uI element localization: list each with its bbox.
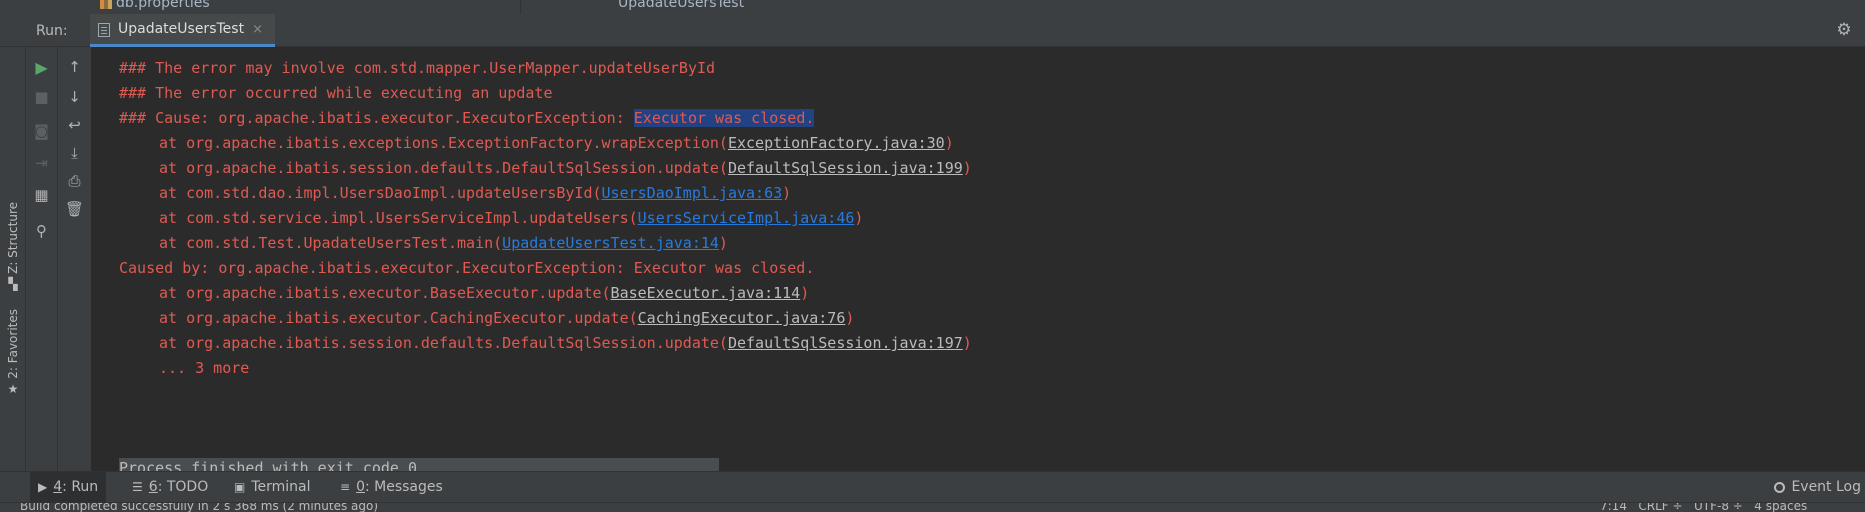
run-config-tab-label: UpadateUsersTest <box>118 21 245 37</box>
side-tab-structure-label: Z: Structure <box>6 202 20 274</box>
exit-code-line: Process finished with exit code 0 <box>119 458 719 471</box>
exit-icon[interactable]: ⇥ <box>26 151 57 175</box>
bottom-tab-label: 0: Messages <box>356 479 443 495</box>
bottom-tab-messages[interactable]: ≡ 0: Messages <box>332 472 451 502</box>
pin-icon[interactable]: ⚲ <box>26 219 57 243</box>
editor-tab-title[interactable]: UpadateUsersTest <box>618 0 744 11</box>
console-text: ) <box>962 159 972 177</box>
exit-code-text: Process finished with exit code 0 <box>119 459 418 471</box>
console-text: at org.apache.ibatis.executor.BaseExecut… <box>159 284 611 302</box>
console-line: ### The error may involve com.std.mapper… <box>119 59 716 77</box>
run-config-icon <box>98 23 110 37</box>
console-text: at org.apache.ibatis.exceptions.Exceptio… <box>159 134 728 152</box>
side-tab-structure[interactable]: Z: Structure ▚ <box>2 202 24 291</box>
event-log-label: Event Log <box>1791 479 1861 495</box>
properties-file-icon <box>100 0 112 9</box>
console-text: ) <box>800 284 810 302</box>
console-line: Caused by: org.apache.ibatis.executor.Ex… <box>119 259 815 277</box>
tool-window-bar: ▶ 4: Run ☰ 6: TODO ▣ Terminal ≡ 0: Messa… <box>0 471 1865 502</box>
run-panel-header: Run: UpadateUsersTest × ⚙ <box>0 14 1865 47</box>
status-indicators[interactable]: 7:14 CRLF ÷ UTF-8 ÷ 4 spaces <box>1600 503 1807 512</box>
bottom-tab-label: 6: TODO <box>148 479 209 495</box>
layout-icon[interactable]: ▦ <box>26 183 57 207</box>
console-text: at org.apache.ibatis.session.defaults.De… <box>159 159 728 177</box>
status-message[interactable]: Build completed successfully in 2 s 368 … <box>20 503 378 512</box>
console-text: at com.std.Test.UpadateUsersTest.main( <box>159 234 503 252</box>
console-output[interactable]: ### The error may involve com.std.mapper… <box>92 47 1865 471</box>
star-icon: ★ <box>7 381 19 396</box>
camera-icon[interactable]: ◙ <box>26 119 57 143</box>
arrow-down-icon[interactable]: ↓ <box>58 85 91 109</box>
close-icon[interactable]: × <box>252 22 263 37</box>
console-text: at com.std.dao.impl.UsersDaoImpl.updateU… <box>159 184 602 202</box>
source-link[interactable]: ExceptionFactory.java:30 <box>728 134 945 152</box>
source-link[interactable]: BaseExecutor.java:114 <box>611 284 801 302</box>
bottom-tab-terminal[interactable]: ▣ Terminal <box>226 472 319 502</box>
event-log-button[interactable]: Event Log <box>1774 472 1865 502</box>
source-link[interactable]: CachingExecutor.java:76 <box>638 309 846 327</box>
source-link[interactable]: UpadateUsersTest.java:14 <box>502 234 719 252</box>
stop-icon[interactable]: ■ <box>26 85 57 109</box>
console-line: ... 3 more <box>159 359 250 377</box>
console-text: ) <box>962 334 972 352</box>
run-toolbar-primary: ▶ ■ ◙ ⇥ ▦ ⚲ <box>26 47 58 471</box>
play-icon: ▶ <box>38 480 48 494</box>
side-tab-favorites[interactable]: 2: Favorites ★ <box>2 309 24 396</box>
scroll-end-icon[interactable]: ⤓ <box>58 141 91 165</box>
console-text: ) <box>782 184 792 202</box>
stack-trace-line: at org.apache.ibatis.session.defaults.De… <box>159 333 972 353</box>
stack-trace-line: at com.std.Test.UpadateUsersTest.main(Up… <box>159 233 728 253</box>
source-link[interactable]: UsersServiceImpl.java:46 <box>638 209 855 227</box>
console-text: at org.apache.ibatis.session.defaults.De… <box>159 334 728 352</box>
status-bar: Build completed successfully in 2 s 368 … <box>0 502 1865 512</box>
console-text: ) <box>845 309 855 327</box>
stack-trace-line: at org.apache.ibatis.executor.BaseExecut… <box>159 283 809 303</box>
left-tool-strip: Z: Structure ▚ 2: Favorites ★ <box>0 47 26 471</box>
print-icon[interactable]: ⎙ <box>58 169 91 193</box>
console-text: ### Cause: org.apache.ibatis.executor.Ex… <box>119 109 634 127</box>
file-tab-db-properties[interactable]: db.properties <box>100 0 210 11</box>
list-icon: ☰ <box>132 480 143 494</box>
source-link[interactable]: DefaultSqlSession.java:197 <box>728 334 963 352</box>
run-label: Run: <box>36 23 68 39</box>
stack-trace-line: at org.apache.ibatis.executor.CachingExe… <box>159 308 854 328</box>
stack-trace-line: at org.apache.ibatis.session.defaults.De… <box>159 158 972 178</box>
source-link[interactable]: DefaultSqlSession.java:199 <box>728 159 963 177</box>
arrow-up-icon[interactable]: ↑ <box>58 55 91 79</box>
console-text: ) <box>944 134 954 152</box>
messages-icon: ≡ <box>340 480 351 494</box>
console-line: ### The error occurred while executing a… <box>119 84 553 102</box>
console-text: at org.apache.ibatis.executor.CachingExe… <box>159 309 638 327</box>
source-link[interactable]: UsersDaoImpl.java:63 <box>602 184 783 202</box>
selected-text[interactable]: Executor was closed. <box>633 109 815 127</box>
gear-icon[interactable]: ⚙ <box>1835 21 1853 39</box>
stack-trace-line: at com.std.service.impl.UsersServiceImpl… <box>159 208 863 228</box>
stack-trace-line: at org.apache.ibatis.exceptions.Exceptio… <box>159 133 954 153</box>
run-icon[interactable]: ▶ <box>26 55 57 79</box>
console-line: ### Cause: org.apache.ibatis.executor.Ex… <box>119 108 815 128</box>
console-text: ) <box>718 234 728 252</box>
terminal-icon: ▣ <box>234 480 246 494</box>
soft-wrap-icon[interactable]: ↩ <box>58 113 91 137</box>
file-tab-label: db.properties <box>116 0 210 11</box>
stack-trace-line: at com.std.dao.impl.UsersDaoImpl.updateU… <box>159 183 791 203</box>
run-toolbar-secondary: ↑ ↓ ↩ ⤓ ⎙ 🗑 <box>58 47 92 471</box>
bottom-tab-todo[interactable]: ☰ 6: TODO <box>124 472 216 502</box>
trash-icon[interactable]: 🗑 <box>58 197 91 221</box>
side-tab-favorites-label: 2: Favorites <box>6 309 20 379</box>
project-tree-edge <box>0 0 521 14</box>
console-text: ) <box>854 209 864 227</box>
editor-tab-strip: db.properties UpadateUsersTest <box>0 0 1865 14</box>
event-log-icon <box>1774 481 1786 493</box>
bottom-tab-label: 4: Run <box>53 479 99 495</box>
structure-icon: ▚ <box>8 276 18 291</box>
run-config-tab[interactable]: UpadateUsersTest × <box>90 14 275 47</box>
console-text: at com.std.service.impl.UsersServiceImpl… <box>159 209 638 227</box>
bottom-tab-label: Terminal <box>251 479 311 495</box>
bottom-tab-run[interactable]: ▶ 4: Run <box>30 472 107 502</box>
